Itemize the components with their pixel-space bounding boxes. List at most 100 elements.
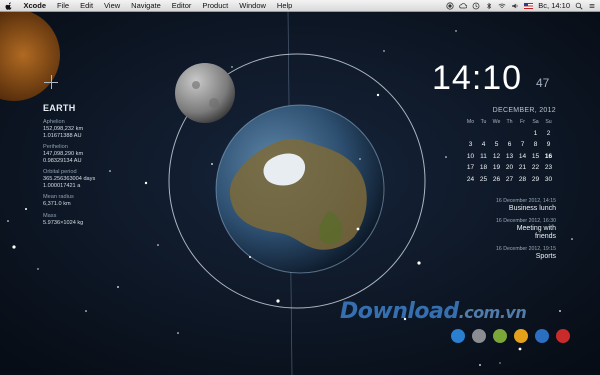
calendar-day[interactable]: 12 (490, 153, 503, 160)
earth-globe[interactable] (215, 104, 385, 274)
calendar-day[interactable]: 11 (477, 153, 490, 160)
calendar-day[interactable]: 6 (503, 141, 516, 148)
event-title: Business lunch (508, 205, 556, 212)
clock-seconds: 47 (536, 76, 550, 90)
planet-name: EARTH (43, 103, 76, 113)
calendar-day[interactable]: 19 (490, 164, 503, 171)
spotlight-search-icon[interactable] (575, 2, 583, 10)
calendar-day[interactable]: 21 (516, 164, 529, 171)
calendar-empty-cell: 0 (516, 130, 529, 137)
event-title: Meeting with friends (516, 225, 556, 240)
event-date: 16 December 2012, 16:30 (496, 218, 556, 224)
property-label: Aphelion (43, 119, 65, 125)
calendar-grid: MoTuWeThFrSaSu00000123456789101112131415… (464, 119, 556, 183)
menu-product[interactable]: Product (197, 0, 234, 11)
property-value: 5.9736×1024 kg (43, 219, 84, 226)
calendar-day[interactable]: 27 (503, 176, 516, 183)
calendar-day[interactable]: 24 (464, 176, 477, 183)
calendar-day[interactable]: 22 (529, 164, 542, 171)
calendar-day[interactable]: 5 (490, 141, 503, 148)
apple-menu-icon[interactable] (5, 1, 13, 10)
menu-bar: Xcode File Edit View Navigate Editor Product Wi… (0, 0, 600, 12)
event-item[interactable]: 16 December 2012, 14:15 Business lunch (494, 198, 556, 213)
property-value: 1.01671388 AU (43, 132, 82, 139)
menu-window[interactable]: Window (234, 0, 272, 11)
calendar-empty-cell: 0 (477, 130, 490, 137)
calendar-day[interactable]: 14 (516, 153, 529, 160)
calendar-day[interactable]: 13 (503, 153, 516, 160)
watermark-logo: Download.com.vn (340, 299, 527, 324)
planet-property: Mean radius 6,371.0 km (43, 194, 193, 208)
calendar-day[interactable]: 30 (542, 176, 555, 183)
menu-xcode[interactable]: Xcode (18, 0, 52, 11)
menu-navigate[interactable]: Navigate (126, 0, 167, 11)
calendar-day[interactable]: 23 (542, 164, 555, 171)
property-value: 1.000017421 a (43, 182, 81, 189)
calendar-day[interactable]: 4 (477, 141, 490, 148)
calendar-day[interactable]: 29 (529, 176, 542, 183)
theme-color-dot[interactable] (493, 329, 507, 343)
calendar-day[interactable]: 17 (464, 164, 477, 171)
cloud-icon[interactable] (459, 2, 468, 10)
record-icon[interactable] (446, 1, 454, 10)
property-value: 6,371.0 km (43, 201, 71, 207)
calendar-day[interactable]: 2 (542, 130, 555, 137)
calendar-day[interactable]: 3 (464, 141, 477, 148)
clock-hours-minutes: 14:10 (432, 59, 523, 97)
calendar-day[interactable]: 7 (516, 141, 529, 148)
calendar-day[interactable]: 9 (542, 141, 555, 148)
calendar-empty-cell: 0 (464, 130, 477, 137)
property-label: Orbital period (43, 169, 77, 175)
notification-center-icon[interactable] (588, 2, 596, 10)
property-label: Mean radius (43, 194, 74, 200)
event-item[interactable]: 16 December 2012, 19:15 Sports (494, 246, 556, 261)
planet-property: Perihelion 147,098,290 km 0.98329134 AU (43, 144, 193, 164)
weekday-header: Mo (466, 119, 475, 125)
menubar-clock[interactable]: Вс, 14:10 (538, 1, 570, 10)
planet-properties: Aphelion 152,098,232 km 1.01671388 AU Perih… (43, 119, 193, 226)
theme-color-picker (451, 329, 570, 343)
calendar-day[interactable]: 20 (503, 164, 516, 171)
wifi-icon[interactable] (498, 2, 506, 10)
event-date: 16 December 2012, 19:15 (496, 246, 556, 252)
bluetooth-icon[interactable] (485, 2, 493, 10)
weekday-header: Sa (532, 119, 539, 125)
theme-color-dot[interactable] (451, 329, 465, 343)
menu-editor[interactable]: Editor (166, 0, 197, 11)
event-item[interactable]: 16 December 2012, 16:30 Meeting with frie… (494, 218, 556, 241)
menu-file[interactable]: File (52, 0, 75, 11)
calendar-day[interactable]: 25 (477, 176, 490, 183)
time-machine-icon[interactable] (472, 2, 480, 10)
event-list: 16 December 2012, 14:15 Business lunch 16 … (494, 198, 556, 266)
calendar-day[interactable]: 18 (477, 164, 490, 171)
add-icon[interactable] (44, 75, 58, 89)
menu-view[interactable]: View (99, 0, 126, 11)
calendar-day[interactable]: 16 (542, 153, 555, 160)
calendar-title: DECEMBER, 2012 (492, 107, 556, 114)
calendar-day[interactable]: 8 (529, 141, 542, 148)
status-area: Вс, 14:10 (446, 0, 596, 11)
event-date: 16 December 2012, 14:15 (496, 198, 556, 204)
calendar-day[interactable]: 15 (529, 153, 542, 160)
calendar-day[interactable]: 1 (529, 130, 542, 137)
theme-color-dot[interactable] (535, 329, 549, 343)
clock: 14:10 47 (432, 59, 549, 98)
space-scene: EARTH Aphelion 152,098,232 km 1.01671388 A… (0, 11, 600, 375)
property-label: Perihelion (43, 144, 68, 150)
calendar-empty-cell: 0 (490, 130, 503, 137)
planet-property: Mass 5.9736×1024 kg (43, 213, 193, 227)
theme-color-dot[interactable] (472, 329, 486, 343)
theme-color-dot[interactable] (556, 329, 570, 343)
input-source-flag-icon[interactable] (524, 2, 534, 9)
weekday-header: Su (545, 119, 552, 125)
property-value: 0.98329134 AU (43, 157, 82, 164)
menu-help[interactable]: Help (271, 0, 297, 11)
planet-info-panel: EARTH Aphelion 152,098,232 km 1.01671388 A… (43, 103, 193, 231)
calendar-day[interactable]: 28 (516, 176, 529, 183)
calendar-day[interactable]: 26 (490, 176, 503, 183)
weekday-header: Fr (520, 119, 525, 125)
theme-color-dot[interactable] (514, 329, 528, 343)
volume-icon[interactable] (511, 2, 519, 10)
menu-edit[interactable]: Edit (75, 0, 99, 11)
calendar-day[interactable]: 10 (464, 153, 477, 160)
